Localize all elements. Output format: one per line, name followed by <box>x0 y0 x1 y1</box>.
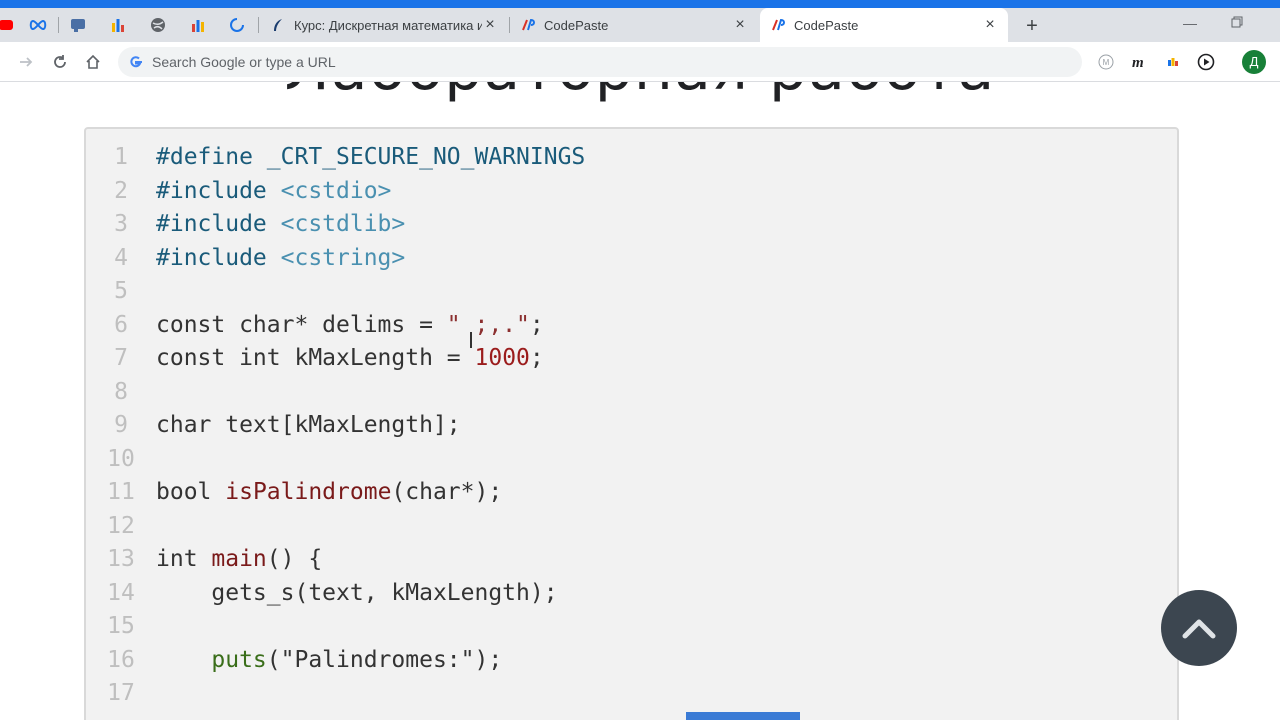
line-number: 6 <box>114 311 128 338</box>
line-number: 1 <box>114 144 128 170</box>
code-line: 17 <box>86 677 585 711</box>
codepaste-icon <box>522 18 535 31</box>
arrow-right-icon <box>20 57 33 67</box>
chat-icon <box>71 19 85 32</box>
text-selection-highlight <box>686 712 800 720</box>
reload-button[interactable] <box>48 50 72 74</box>
code-line: 16 puts("Palindromes:"); <box>86 644 585 678</box>
window-accent-bar <box>0 0 1280 8</box>
extension-colorful[interactable] <box>1163 52 1183 72</box>
code-line: 13 int main() { <box>86 543 585 577</box>
tab-strip: Курс: Дискретная математика и × CodePast… <box>0 8 1280 42</box>
codepaste-icon <box>772 18 785 31</box>
line-number: 8 <box>114 378 128 405</box>
code-line: 11 bool isPalindrome(char*); <box>86 476 585 510</box>
tab-separator <box>258 17 259 33</box>
loading-icon <box>230 18 244 32</box>
text-cursor <box>470 332 472 348</box>
code-lines: 1 #define _CRT_SECURE_NO_WARNINGS 2 #inclu… <box>86 141 585 711</box>
pinned-tab-bar-chart[interactable] <box>178 8 218 42</box>
line-number: 15 <box>107 613 135 639</box>
m-italic-icon: m <box>1132 55 1144 70</box>
bar-chart-icon <box>192 20 204 32</box>
code-line: 4 #include <cstring> <box>86 242 585 276</box>
code-line: 8 <box>86 376 585 410</box>
line-number: 3 <box>114 211 128 237</box>
line-number: 10 <box>107 445 135 472</box>
line-number: 12 <box>107 512 135 539</box>
close-tab-icon[interactable]: × <box>982 17 998 33</box>
line-number: 11 <box>107 479 135 505</box>
extension-m-circle[interactable]: M <box>1096 52 1116 72</box>
line-number: 5 <box>114 278 128 304</box>
code-line: 15 <box>86 610 585 644</box>
tab-codepaste-1[interactable]: CodePaste × <box>510 8 758 42</box>
code-line: 5 <box>86 275 585 309</box>
code-line: 2 #include <cstdio> <box>86 175 585 209</box>
m-circle-icon: M <box>1098 54 1114 70</box>
code-line: 7 const int kMaxLength = 1000; <box>86 342 585 376</box>
tab-title: CodePaste <box>794 17 859 33</box>
chart-icon <box>112 19 124 32</box>
extension-play[interactable] <box>1196 52 1216 72</box>
line-number: 2 <box>114 177 128 204</box>
pinned-tab-chart[interactable] <box>98 8 138 42</box>
home-button[interactable] <box>81 50 105 74</box>
code-line: 10 <box>86 443 585 477</box>
pinned-tab-loading[interactable] <box>217 8 257 42</box>
close-tab-icon[interactable]: × <box>732 17 748 33</box>
play-circle-icon <box>1197 53 1215 71</box>
code-line: 14 gets_s(text, kMaxLength); <box>86 577 585 611</box>
home-icon <box>86 54 100 69</box>
code-line: 6 const char* delims = " ;,."; <box>86 309 585 343</box>
code-line: 1 #define _CRT_SECURE_NO_WARNINGS <box>86 141 585 175</box>
globe-icon <box>151 18 165 32</box>
page-content: Лабораторная работа 1#define _CRT_SECURE… <box>0 82 1280 720</box>
line-number: 4 <box>114 244 128 271</box>
line-number: 16 <box>107 646 135 673</box>
reload-icon <box>54 55 66 68</box>
google-icon <box>130 56 142 68</box>
extension-m-italic[interactable]: m <box>1129 52 1149 72</box>
restore-icon <box>1231 16 1243 28</box>
colorful-dots-icon <box>1168 58 1178 66</box>
tab-title: Курс: Дискретная математика и <box>294 17 482 33</box>
code-line: 3 #include <cstdlib> <box>86 208 585 242</box>
new-tab-button[interactable]: + <box>1020 16 1044 36</box>
restore-button[interactable] <box>1222 12 1252 34</box>
pinned-tab-chat[interactable] <box>58 8 98 42</box>
close-tab-icon[interactable]: × <box>482 17 498 33</box>
search-input[interactable] <box>152 54 1032 70</box>
svg-text:M: M <box>1103 58 1110 67</box>
chevron-up-icon <box>1182 619 1216 639</box>
feather-icon <box>274 19 282 31</box>
forward-button[interactable] <box>14 50 38 74</box>
infinity-icon <box>29 19 47 31</box>
youtube-icon <box>0 20 13 30</box>
code-line: 9 char text[kMaxLength]; <box>86 409 585 443</box>
tab-codepaste-active[interactable]: CodePaste × <box>760 8 1008 42</box>
line-number: 13 <box>107 546 135 572</box>
pinned-tab-infinity[interactable] <box>18 8 58 42</box>
line-number: 7 <box>114 345 128 371</box>
browser-toolbar: M m Д <box>0 42 1280 82</box>
page-title: Лабораторная работа <box>0 82 1280 104</box>
tab-discrete-math[interactable]: Курс: Дискретная математика и × <box>260 8 508 42</box>
tab-title: CodePaste <box>544 17 609 33</box>
minimize-button[interactable]: — <box>1175 12 1205 34</box>
profile-avatar[interactable]: Д <box>1242 50 1266 74</box>
scroll-to-top-button[interactable] <box>1161 590 1237 666</box>
address-bar[interactable] <box>118 47 1082 77</box>
line-number: 14 <box>107 579 135 606</box>
line-number: 9 <box>114 412 128 438</box>
code-line: 12 <box>86 510 585 544</box>
pinned-tab-globe[interactable] <box>138 8 178 42</box>
code-block: 1 #define _CRT_SECURE_NO_WARNINGS 2 #inclu… <box>84 127 1179 720</box>
line-number: 17 <box>107 680 135 706</box>
svg-text:m: m <box>1132 55 1144 70</box>
